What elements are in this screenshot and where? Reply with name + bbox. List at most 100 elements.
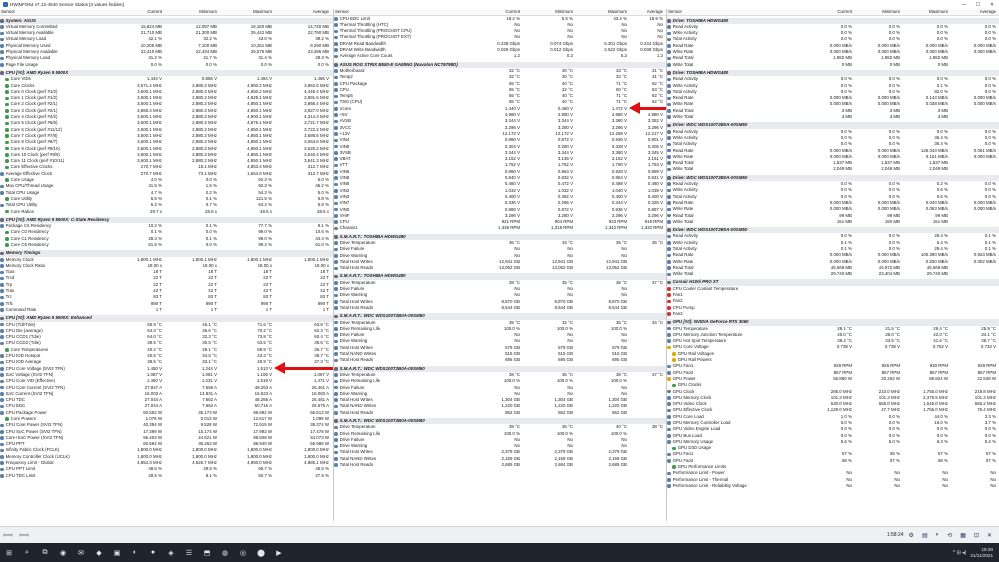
sensor-icon bbox=[5, 178, 9, 182]
app-icon[interactable]: ◆ bbox=[92, 546, 106, 560]
sensor-pane-3[interactable]: Sensor Current Minimum Maximum Average Drive:… bbox=[666, 9, 999, 521]
sensor-row[interactable]: Write Total 2,049 MB 2,046 MB 2,049 MB bbox=[667, 166, 999, 172]
sensor-row[interactable]: Chassis1 1,339 RPM 1,318 RPM 1,342 RPM 1,332… bbox=[334, 225, 666, 231]
layout-icon[interactable]: ▦ bbox=[957, 530, 969, 540]
sensor-icon bbox=[5, 96, 9, 101]
sensor-row[interactable]: Fan3 bbox=[667, 311, 999, 317]
sensor-icon bbox=[334, 119, 338, 124]
column-header-current[interactable]: Current bbox=[108, 9, 164, 15]
sensor-value-average bbox=[950, 166, 998, 172]
search-icon[interactable]: ⌕ bbox=[20, 546, 34, 560]
sensor-icon bbox=[667, 253, 671, 258]
column-header-average[interactable]: Average bbox=[950, 9, 998, 15]
column-header-maximum[interactable]: Maximum bbox=[219, 9, 274, 15]
sensor-row[interactable]: Write Total 0 MB 0 MB 0 MB bbox=[667, 62, 999, 68]
sensor-row[interactable]: Core Ratios 29.7 x 28.8 x 49.5 x 38.5 x bbox=[0, 209, 333, 215]
column-header-average[interactable]: Average bbox=[629, 9, 665, 15]
close-sensors-icon[interactable]: ✕ bbox=[984, 530, 995, 540]
app-icon[interactable]: ● bbox=[146, 546, 160, 560]
log-icon[interactable]: ▤ bbox=[919, 530, 931, 540]
sensor-row[interactable]: Write Total 151 MB 150 MB 151 MB bbox=[667, 219, 999, 225]
sensor-icon bbox=[5, 165, 9, 170]
sensor-row[interactable]: Average Active Core Count 1.2 0.2 5.2 1.3 bbox=[334, 53, 666, 59]
sensor-group-icon bbox=[667, 176, 671, 180]
sensor-row[interactable]: Total Host Reads 862 GB 862 GB 862 GB bbox=[334, 410, 666, 416]
column-header-average[interactable]: Average bbox=[274, 9, 331, 15]
sensor-row[interactable]: CPU TDC Limit 28.5 % 8.1 % 50.7 % 27.9 % bbox=[0, 473, 333, 479]
sensor-icon bbox=[667, 207, 671, 212]
sensor-value-current: 3 MB bbox=[841, 114, 852, 120]
sensor-value-average: 1 T bbox=[322, 306, 329, 312]
sensor-row[interactable]: Total Host Reads 8,544 GB 8,544 GB 8,544 GB bbox=[334, 305, 666, 311]
chrome-icon[interactable]: ◉ bbox=[56, 546, 70, 560]
task-view-icon[interactable]: ⧉ bbox=[38, 546, 52, 560]
app-icon[interactable]: ☰ bbox=[182, 546, 196, 560]
app-icon[interactable]: ⬒ bbox=[200, 546, 214, 560]
sensor-icon bbox=[0, 44, 4, 48]
sensor-icon bbox=[667, 266, 671, 270]
sensor-group-icon bbox=[0, 316, 4, 321]
maximize-button[interactable]: ☐ bbox=[971, 2, 985, 8]
window-title: HWiNFO64 v7.12-4540 Sensor Status [3 val… bbox=[10, 2, 124, 7]
sensor-icon bbox=[5, 243, 9, 247]
column-header-minimum[interactable]: Minimum bbox=[164, 9, 219, 15]
sensor-row[interactable]: CPU Core Voltage (SVI2 TFN) 1.450 V 1.244 … bbox=[0, 362, 333, 375]
sensor-icon bbox=[667, 102, 671, 107]
snapshot-icon[interactable]: ⊡ bbox=[971, 530, 982, 540]
sensor-row[interactable]: Core C6 Residency 61.5 % 0.0 % 99.3 % 61.0 % bbox=[0, 242, 333, 248]
sensor-row[interactable]: Page File Usage 0.0 % 0.0 % 0.0 % 0.0 % bbox=[0, 62, 333, 68]
sensor-value-average: 38.5 x bbox=[317, 208, 329, 214]
sensor-icon bbox=[0, 429, 4, 434]
scroll-left-right-icon[interactable]: ⇦⇨ bbox=[0, 530, 16, 540]
toolbar-right: 1:58:24 ⚙ ▤ ◐ ⟲ ▦ ⊡ ✕ bbox=[884, 530, 999, 540]
tray-icons[interactable]: ^ ⊟ ◂) bbox=[953, 550, 967, 556]
app-icon[interactable]: ◍ bbox=[218, 546, 232, 560]
minimize-button[interactable]: — bbox=[957, 2, 971, 8]
sensor-value-maximum: 1.513 V bbox=[256, 365, 272, 371]
scroll-left-right-icon-2[interactable]: ⇦⇨ bbox=[16, 530, 32, 540]
app-icon[interactable]: ◎ bbox=[236, 546, 250, 560]
sensor-icon bbox=[667, 333, 671, 337]
sensor-value-current: 1.450 V bbox=[146, 365, 162, 371]
sensor-row[interactable]: Total Host Reads 13,052 GB 13,052 GB 13,052… bbox=[334, 265, 666, 271]
sensor-row[interactable]: Write Total 3 MB 3 MB 3 MB bbox=[667, 114, 999, 120]
column-header-maximum[interactable]: Maximum bbox=[902, 9, 950, 15]
sensor-pane-1[interactable]: Sensor Current Minimum Maximum Average System… bbox=[0, 9, 333, 521]
sensor-row[interactable]: Command Rate 1 T 1 T 1 T 1 T bbox=[0, 307, 333, 313]
column-header-minimum[interactable]: Minimum bbox=[854, 9, 902, 15]
reset-icon[interactable]: ⟲ bbox=[944, 530, 955, 540]
mail-icon[interactable]: ✉ bbox=[74, 546, 88, 560]
sensor-icon bbox=[334, 463, 338, 468]
sensor-group-icon bbox=[334, 366, 338, 371]
column-header-sensor[interactable]: Sensor bbox=[0, 9, 108, 15]
sensor-icon bbox=[667, 370, 671, 375]
sensor-row[interactable]: Performance Limit - Reliability Voltage N… bbox=[667, 483, 999, 489]
sensor-row[interactable]: Total Host Reads 695 GB 695 GB 695 GB bbox=[334, 357, 666, 363]
column-header-current[interactable]: Current bbox=[468, 9, 522, 15]
app-icon[interactable]: ▶ bbox=[272, 546, 286, 560]
app-icon[interactable]: ◈ bbox=[164, 546, 178, 560]
sensor-row[interactable]: Vcore1.440 V0.480 V1.472 V1.457 V bbox=[334, 102, 666, 115]
title-bar: HWiNFO64 v7.12-4540 Sensor Status [3 val… bbox=[0, 0, 999, 9]
close-button[interactable]: ✕ bbox=[985, 2, 999, 8]
start-icon[interactable]: ⊞ bbox=[2, 546, 16, 560]
sensor-icon bbox=[0, 172, 4, 176]
graph-icon[interactable]: ◐ bbox=[933, 530, 943, 540]
sensor-icon bbox=[672, 383, 676, 388]
sensor-icon bbox=[667, 408, 671, 413]
column-header-sensor[interactable]: Sensor bbox=[667, 9, 806, 15]
settings-icon[interactable]: ⚙ bbox=[906, 530, 917, 540]
sensor-icon bbox=[667, 109, 671, 113]
column-header-minimum[interactable]: Minimum bbox=[522, 9, 575, 15]
sensor-value-average: 61.0 % bbox=[315, 241, 329, 247]
column-header-maximum[interactable]: Maximum bbox=[575, 9, 629, 15]
sensor-row[interactable]: Write Total 29,740 MB 23,404 MB 29,740 MB bbox=[667, 271, 999, 277]
app-icon[interactable]: ◐ bbox=[128, 546, 142, 560]
sensor-pane-2[interactable]: Sensor Current Minimum Maximum Average CPU ED… bbox=[333, 9, 666, 521]
column-header-current[interactable]: Current bbox=[806, 9, 854, 15]
sensor-icon bbox=[667, 155, 671, 159]
sensor-row[interactable]: Total Host Reads 2,685 GB 2,684 GB 2,685 GB bbox=[334, 462, 666, 468]
app-icon[interactable]: ⬤ bbox=[254, 546, 268, 560]
app-icon[interactable]: ▣ bbox=[110, 546, 124, 560]
column-header-sensor[interactable]: Sensor bbox=[334, 9, 468, 15]
